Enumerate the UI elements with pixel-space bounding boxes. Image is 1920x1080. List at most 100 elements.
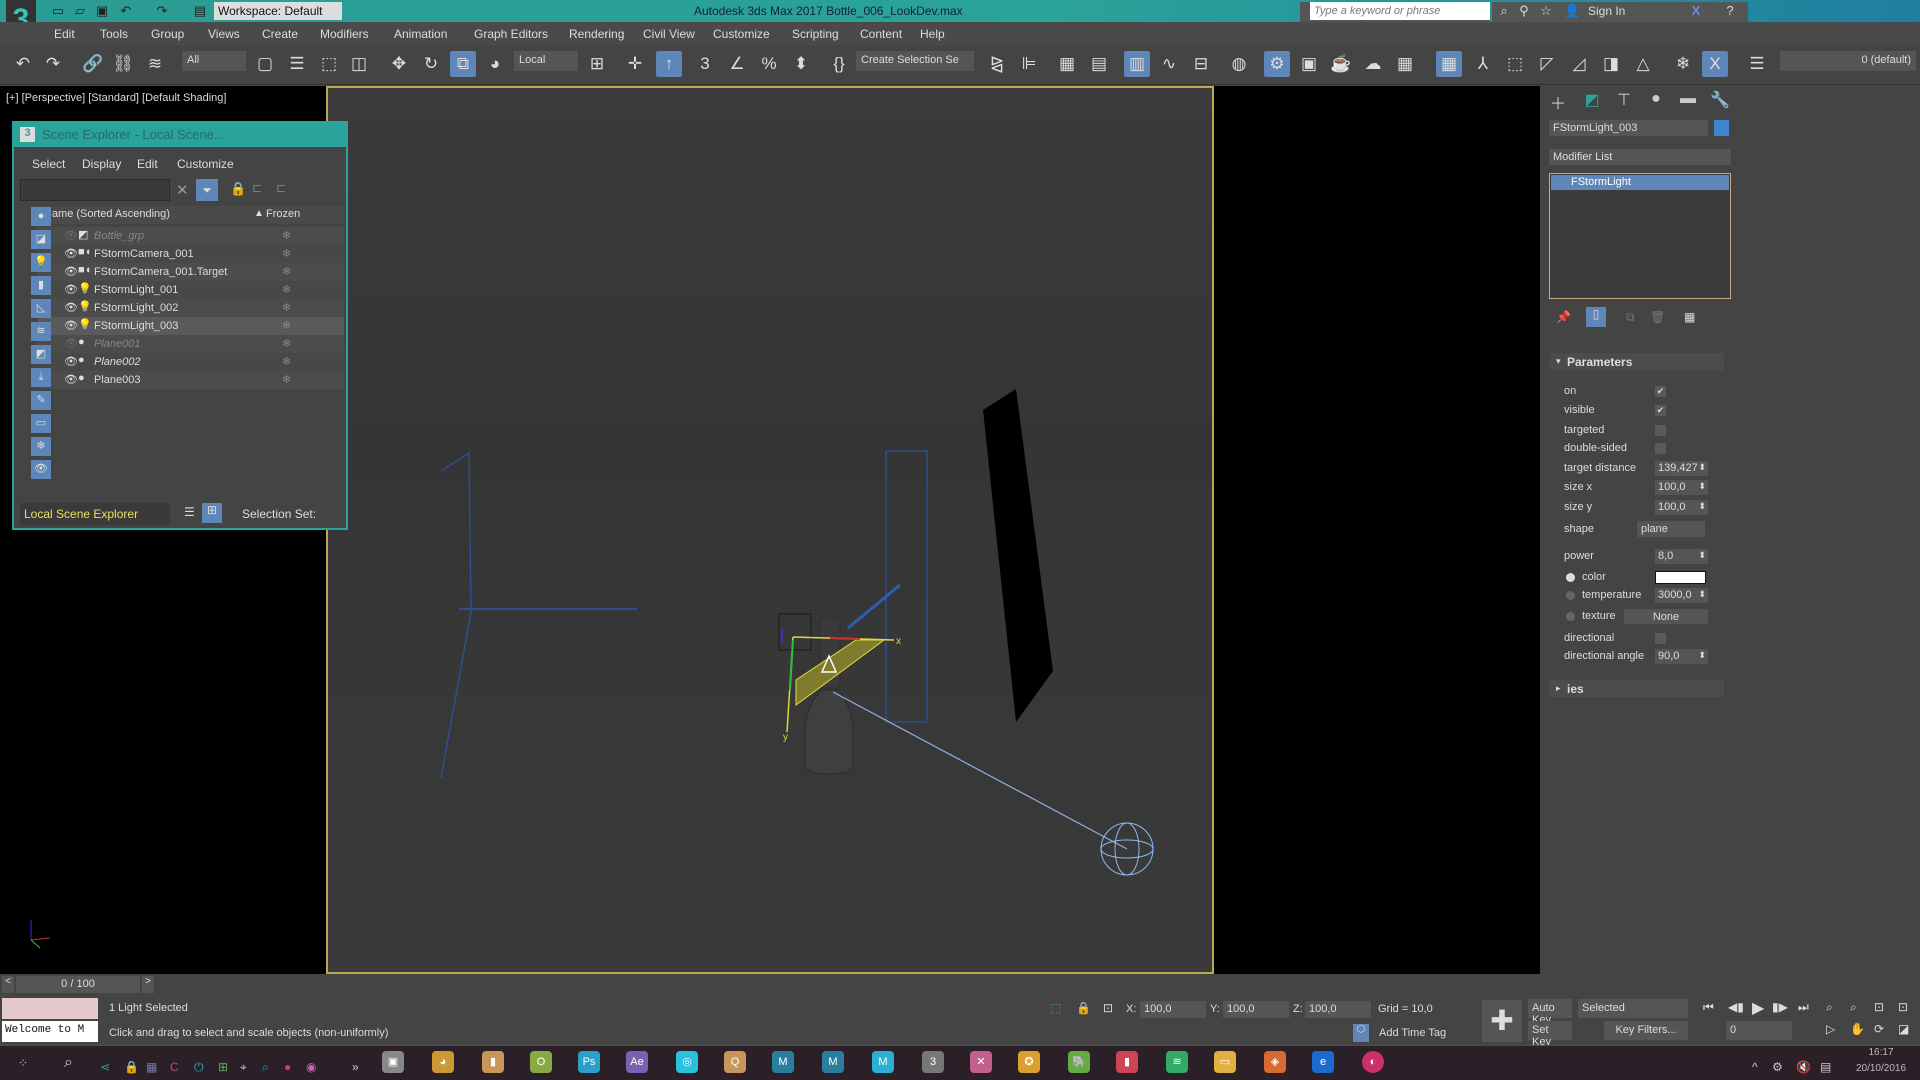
layers-icon[interactable]: ☰ — [1744, 51, 1770, 77]
lock-tray-icon[interactable]: 🔒 — [124, 1060, 139, 1074]
texture-map-button[interactable]: None — [1624, 609, 1708, 624]
current-frame-field[interactable]: 0 — [1726, 1021, 1792, 1040]
menu-edit[interactable]: Edit — [54, 27, 75, 41]
edit-named-selection-icon[interactable]: {} — [826, 51, 852, 77]
taskbar-3dsmax[interactable]: 3 — [922, 1051, 944, 1073]
menu-help[interactable]: Help — [920, 27, 945, 41]
isolate-selection-icon[interactable]: ⬚ — [1050, 1001, 1061, 1015]
redo-icon[interactable]: ↷ — [154, 3, 170, 19]
snaps-toggle-icon[interactable]: 3 — [692, 51, 718, 77]
visibility-eye-icon[interactable]: 👁 — [64, 247, 78, 260]
prev-key-icon[interactable]: ◀▮ — [1728, 1000, 1744, 1014]
menu-rendering[interactable]: Rendering — [569, 27, 624, 41]
taskbar-app-x[interactable]: ✕ — [970, 1051, 992, 1073]
motion-tab-icon[interactable]: ● — [1644, 90, 1668, 112]
maxscript-input[interactable]: Welcome to M — [2, 1021, 98, 1042]
pan-icon[interactable]: ✋ — [1850, 1022, 1865, 1036]
se-row[interactable]: 👁 ● Plane003 ❄ — [38, 371, 344, 389]
redo-icon[interactable]: ↷ — [40, 51, 66, 77]
share-icon[interactable]: ⋖ — [100, 1060, 110, 1074]
notifications-icon[interactable]: ▤ — [1820, 1060, 1831, 1074]
search-input[interactable]: Type a keyword or phrase — [1310, 2, 1490, 20]
snap-vertex-icon[interactable]: ⬚ — [1502, 51, 1528, 77]
frozen-toggle-icon[interactable]: ❄ — [282, 301, 291, 314]
start-icon[interactable]: ⁘ — [18, 1056, 28, 1070]
perspective-viewport[interactable] — [326, 86, 1214, 974]
select-object-icon[interactable]: ▢ — [252, 51, 278, 77]
record-tray-icon[interactable]: ● — [284, 1060, 291, 1074]
snap-face-icon[interactable]: ◿ — [1566, 51, 1592, 77]
modifier-list-dropdown[interactable]: Modifier List — [1549, 149, 1731, 165]
rotate-icon[interactable]: ↻ — [418, 51, 444, 77]
taskbar-notes[interactable]: ▮ — [482, 1051, 504, 1073]
search2-tray-icon[interactable]: ⌕ — [262, 1060, 269, 1075]
tray-expand-icon[interactable]: ^ — [1752, 1060, 1758, 1074]
display-shapes-icon[interactable]: ◪ — [31, 230, 51, 249]
frozen-toggle-icon[interactable]: ❄ — [282, 283, 291, 296]
utilities-tab-icon[interactable]: 🔧 — [1708, 90, 1732, 112]
zoom-extents-icon[interactable]: ⊡ — [1874, 1000, 1884, 1014]
display-lights-icon[interactable]: 💡 — [31, 253, 51, 272]
se-menu-edit[interactable]: Edit — [137, 157, 158, 171]
visibility-eye-icon[interactable]: 👁 — [64, 301, 78, 314]
time-tag-icon[interactable]: ⬡ — [1353, 1024, 1369, 1042]
viewport-right[interactable] — [1214, 86, 1540, 974]
visibility-eye-icon[interactable]: 👁 — [64, 373, 78, 386]
render-grid-icon[interactable]: ▦ — [1392, 51, 1418, 77]
col-name[interactable]: Name (Sorted Ascending) — [44, 208, 170, 220]
temperature-spinner[interactable]: 3000,0 — [1655, 588, 1708, 603]
more-icon[interactable]: » — [352, 1060, 359, 1074]
snap-axis-icon[interactable]: X — [1702, 51, 1728, 77]
scale-icon[interactable]: ⧉ — [450, 51, 476, 77]
taskbar-chrome[interactable]: ◕ — [432, 1051, 454, 1073]
open-file-icon[interactable]: ▱ — [72, 3, 88, 19]
taskbar-app-circle[interactable]: ◐ — [1362, 1051, 1384, 1073]
taskbar-save-app[interactable]: ▣ — [382, 1051, 404, 1073]
display-xrefs-icon[interactable]: ⤓ — [31, 368, 51, 387]
se-row[interactable]: 👁 ■◖ FStormCamera_001.Target ❄ — [38, 263, 344, 281]
display-geometry-icon[interactable]: ● — [31, 207, 51, 226]
object-color-swatch[interactable] — [1714, 120, 1729, 136]
taskbar-app-o[interactable]: O — [530, 1051, 552, 1073]
temperature-radio[interactable] — [1566, 591, 1575, 600]
next-key-icon[interactable]: ▮▶ — [1772, 1000, 1788, 1014]
menu-scripting[interactable]: Scripting — [792, 27, 839, 41]
pin-tray-icon[interactable]: ⌖ — [240, 1060, 247, 1075]
z-coord-field[interactable]: 100,0 — [1305, 1001, 1371, 1018]
selection-filter-dropdown[interactable]: All — [182, 51, 246, 71]
next-frame-button[interactable]: > — [142, 976, 154, 993]
rendered-frame-icon[interactable]: ▣ — [1296, 51, 1322, 77]
satellite-icon[interactable]: ⚲ — [1516, 3, 1532, 19]
scene-explorer-title[interactable]: Scene Explorer - Local Scene... — [14, 123, 346, 147]
snap-grid-icon[interactable]: ▦ — [1436, 51, 1462, 77]
absolute-mode-icon[interactable]: ⊡ — [1103, 1001, 1113, 1015]
time-slider[interactable]: 0 / 100 — [16, 976, 140, 993]
snap-bbox-icon[interactable]: ◨ — [1598, 51, 1624, 77]
layer-dropdown[interactable]: 0 (default) — [1780, 51, 1916, 71]
clear-icon[interactable]: ✕ — [176, 181, 189, 199]
clock-time[interactable]: 16:17 — [1846, 1047, 1916, 1058]
render-cloud-icon[interactable]: ☁ — [1360, 51, 1386, 77]
display-bones-icon[interactable]: ✎ — [31, 391, 51, 410]
taskbar-after-effects[interactable]: Ae — [626, 1051, 648, 1073]
render-production-icon[interactable]: ☕ — [1328, 51, 1354, 77]
visibility-eye-icon[interactable]: 👁 — [64, 337, 78, 350]
taskbar-maya-2[interactable]: M — [822, 1051, 844, 1073]
play-icon[interactable]: ▶ — [1752, 998, 1764, 1018]
link-icon[interactable]: 🔗 — [80, 51, 106, 77]
key-mode-dropdown[interactable]: Selected — [1578, 999, 1688, 1018]
material-editor-icon[interactable]: ◍ — [1226, 51, 1252, 77]
snap-perp-icon[interactable]: △ — [1630, 51, 1656, 77]
menu-animation[interactable]: Animation — [394, 27, 447, 41]
taskbar-app-q[interactable]: Q — [724, 1051, 746, 1073]
col-frozen[interactable]: Frozen — [266, 208, 300, 220]
taskbar-maya-3[interactable]: M — [872, 1051, 894, 1073]
clock-date[interactable]: 20/10/2016 — [1846, 1063, 1916, 1074]
maxscript-mini-listener[interactable] — [2, 998, 98, 1019]
frozen-toggle-icon[interactable]: ❄ — [282, 229, 291, 242]
taskbar-cinema4d[interactable]: ◎ — [676, 1051, 698, 1073]
pivot-icon[interactable]: ⊞ — [584, 51, 610, 77]
display-tab-icon[interactable]: ▬ — [1676, 90, 1700, 112]
size-x-spinner[interactable]: 100,0 — [1655, 480, 1708, 495]
select-by-name-icon[interactable]: ☰ — [284, 51, 310, 77]
